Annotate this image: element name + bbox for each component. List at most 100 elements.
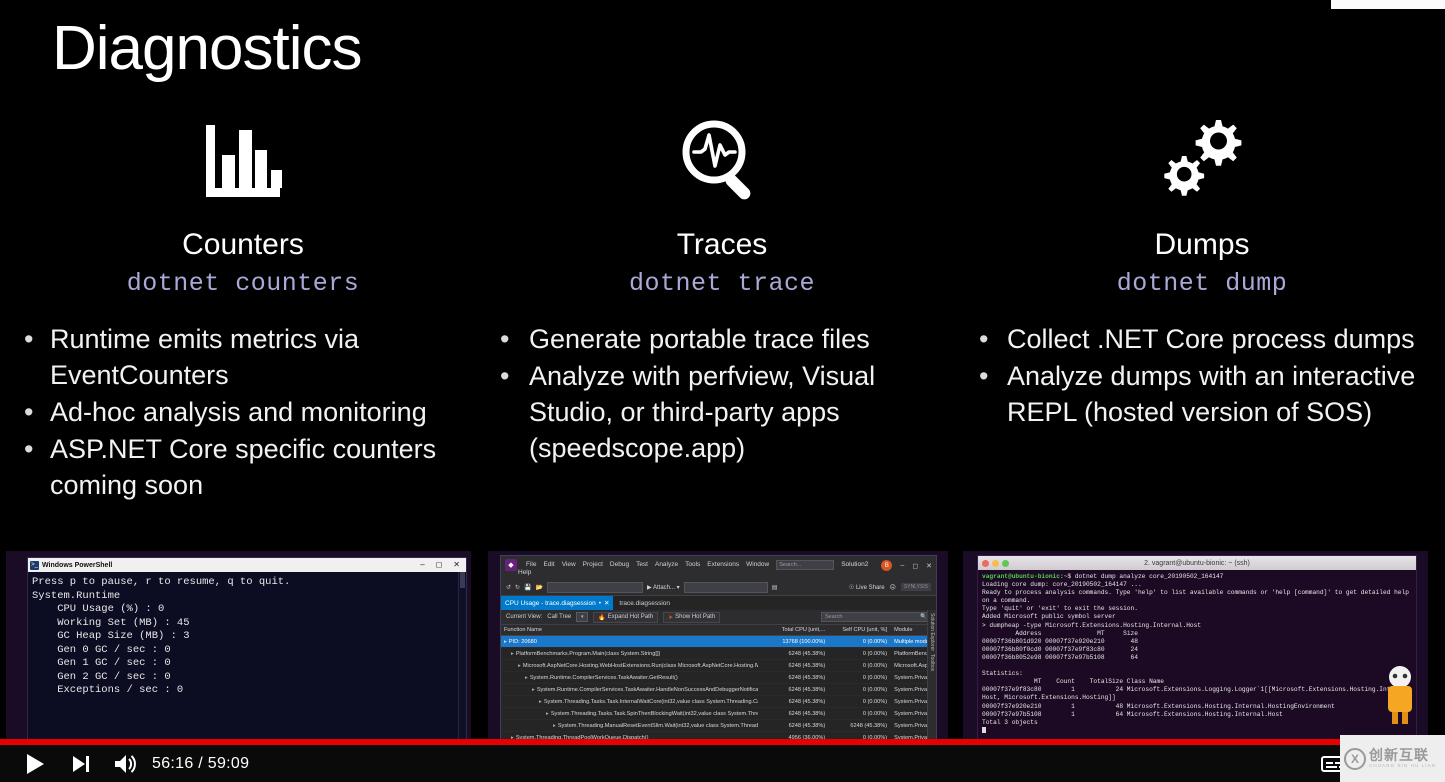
avatar[interactable]: B: [881, 560, 893, 571]
screenshot-powershell: >_ Windows PowerShell – ◻ ✕ Press p to p…: [6, 551, 471, 756]
vs-view-filter-bar: Current View: Call Tree ▾ 🔥 Expand Hot Pa…: [501, 610, 936, 625]
list-item: • Runtime emits metrics via EventCounters: [8, 322, 478, 394]
undo-icon[interactable]: ↺: [506, 584, 511, 591]
vs-search-input[interactable]: Search...: [776, 560, 835, 570]
mascot-decoration: [1388, 666, 1412, 724]
table-row[interactable]: ▸ System.Threading.Tasks.Task.InternalWai…: [501, 696, 936, 708]
search-icon[interactable]: 🔍: [920, 614, 927, 620]
menu-edit[interactable]: Edit: [543, 559, 554, 568]
table-row[interactable]: ▸ System.Runtime.CompilerServices.TaskAwa…: [501, 672, 936, 684]
column-header-self-cpu[interactable]: Self CPU [unit, %]: [830, 627, 892, 633]
top-white-sliver: [1331, 0, 1445, 9]
expander-icon[interactable]: ▸: [532, 687, 535, 693]
menu-extensions[interactable]: Extensions: [707, 559, 739, 568]
cell-text: System.Runtime.CompilerServices.TaskAwai…: [536, 686, 759, 693]
minimize-icon[interactable]: –: [900, 562, 904, 569]
terminal-output[interactable]: vagrant@ubuntu-bionic:~$ dotnet dump ana…: [978, 570, 1416, 736]
live-share-button[interactable]: ☉ Live Share: [849, 584, 885, 591]
bullet-text: ASP.NET Core specific counters coming so…: [50, 433, 437, 500]
redo-icon[interactable]: ↻: [515, 584, 520, 591]
vs-solution-name: Solution2: [841, 561, 869, 568]
expander-icon[interactable]: ▸: [546, 711, 549, 717]
table-row[interactable]: ▸ PID: 20680 13768 (100.00%) 0 (0.00%) Multi…: [501, 636, 936, 648]
tab-trace-diagsession[interactable]: trace.diagsession: [613, 596, 676, 610]
cell-total-cpu: 6248 (45.38%): [788, 650, 826, 657]
cell-self-cpu: 0 (0.00%): [862, 698, 888, 705]
bullet-text: Collect .NET Core process dumps: [1007, 324, 1415, 354]
table-header: Function Name Total CPU [unit,... Self C…: [501, 625, 936, 636]
table-row[interactable]: ▸ PlatformBenchmarks.Program.Main(class S…: [501, 648, 936, 660]
sidebar-tab-toolbox[interactable]: Toolbox: [929, 654, 935, 671]
menu-debug[interactable]: Debug: [610, 559, 629, 568]
menu-tools[interactable]: Tools: [685, 559, 700, 568]
cell-text: PID: 20680: [508, 638, 537, 645]
close-icon[interactable]: ✕: [926, 562, 932, 570]
page-title: Diagnostics: [52, 14, 362, 83]
expander-icon[interactable]: ▸: [504, 639, 507, 645]
cell-function-name: ▸ PID: 20680: [501, 639, 758, 645]
menu-help[interactable]: Help: [518, 569, 531, 576]
menu-file[interactable]: File: [526, 559, 536, 568]
current-view-value[interactable]: Call Tree: [547, 614, 571, 620]
menu-view[interactable]: View: [562, 559, 576, 568]
pin-icon[interactable]: •: [599, 600, 601, 607]
chevron-down-icon[interactable]: ▾: [576, 612, 589, 622]
list-item: • Ad-hoc analysis and monitoring: [8, 395, 478, 431]
tab-cpu-usage[interactable]: CPU Usage - trace.diagsession • ✕: [501, 596, 614, 610]
table-row[interactable]: ▸ System.Threading.ManualResetEventSlim.W…: [501, 720, 936, 732]
maximize-icon[interactable]: ◻: [436, 561, 443, 569]
show-hot-path-button[interactable]: ➤ Show Hot Path: [663, 611, 721, 623]
bullet-dot: •: [24, 433, 34, 464]
close-icon[interactable]: ✕: [604, 599, 609, 607]
vs-config-dropdown[interactable]: [547, 581, 644, 593]
list-item: • Analyze dumps with an interactive REPL …: [963, 359, 1441, 431]
cell-function-name: ▸ System.Threading.Tasks.Task.SpinThenBlo…: [501, 711, 758, 717]
expander-icon[interactable]: ▸: [511, 651, 514, 657]
process-icon[interactable]: ▤: [772, 584, 778, 591]
next-track-icon[interactable]: [58, 745, 104, 782]
expander-icon[interactable]: ▸: [518, 663, 521, 669]
expander-icon[interactable]: ▸: [539, 699, 542, 705]
expander-icon[interactable]: ▸: [553, 723, 556, 729]
expander-icon[interactable]: ▸: [525, 675, 528, 681]
table-row[interactable]: ▸ System.Threading.Tasks.Task.SpinThenBlo…: [501, 708, 936, 720]
scrollbar-thumb[interactable]: [460, 572, 465, 588]
maximize-icon[interactable]: ◻: [912, 562, 918, 570]
menu-analyze[interactable]: Analyze: [655, 559, 678, 568]
column-header-total-cpu[interactable]: Total CPU [unit,...: [758, 627, 830, 633]
grid-search-input[interactable]: Search 🔍: [821, 612, 931, 622]
cell-total-cpu: 6248 (45.38%): [788, 698, 826, 705]
volume-icon[interactable]: [104, 745, 146, 782]
column-header-function-name[interactable]: Function Name: [501, 627, 758, 633]
vs-platform-dropdown[interactable]: [683, 581, 768, 593]
card-title-counters: Counters: [182, 228, 304, 261]
menu-window[interactable]: Window: [746, 559, 769, 568]
status-badge: SYNLYSIS: [900, 583, 931, 591]
powershell-scrollbar[interactable]: [458, 572, 466, 755]
cell-text: System.Threading.Tasks.Task.SpinThenBloc…: [550, 710, 759, 717]
minimize-icon[interactable]: –: [420, 561, 424, 569]
list-item: • Collect .NET Core process dumps: [963, 322, 1441, 358]
attach-button[interactable]: ▶ Attach... ▾: [647, 584, 680, 591]
watermark-name-pinyin: CHUANG XIN HU LIAN: [1369, 763, 1437, 769]
vs-menubar: ◆ File Edit View Project Debug Test Anal…: [501, 556, 936, 579]
feedback-icon[interactable]: ☹: [890, 584, 896, 591]
table-row[interactable]: ▸ System.Runtime.CompilerServices.TaskAwa…: [501, 684, 936, 696]
save-all-icon[interactable]: 📂: [536, 584, 543, 591]
cell-total-cpu: 13768 (100.00%): [782, 638, 826, 645]
cpu-usage-grid: Function Name Total CPU [unit,... Self C…: [501, 625, 936, 756]
current-view-label: Current View:: [506, 614, 543, 620]
play-icon[interactable]: [12, 745, 58, 782]
cell-self-cpu: 0 (0.00%): [862, 686, 888, 693]
table-body: ▸ PID: 20680 13768 (100.00%) 0 (0.00%) Multi…: [501, 636, 936, 756]
video-player-frame: Diagnostics Counters dotnet counters • R…: [0, 0, 1445, 782]
table-row[interactable]: ▸ Microsoft.AspNetCore.Hosting.WebHostExt…: [501, 660, 936, 672]
close-icon[interactable]: ✕: [453, 561, 460, 569]
save-icon[interactable]: 💾: [524, 584, 531, 591]
menu-project[interactable]: Project: [583, 559, 603, 568]
menu-test[interactable]: Test: [636, 559, 648, 568]
cell-function-name: ▸ System.Runtime.CompilerServices.TaskAwa…: [501, 687, 758, 693]
vs-toolbar-right: ☉ Live Share ☹ SYNLYSIS: [849, 583, 931, 591]
sidebar-tab-solution-explorer[interactable]: Solution Explorer: [929, 613, 935, 651]
expand-hot-path-button[interactable]: 🔥 Expand Hot Path: [593, 611, 659, 623]
